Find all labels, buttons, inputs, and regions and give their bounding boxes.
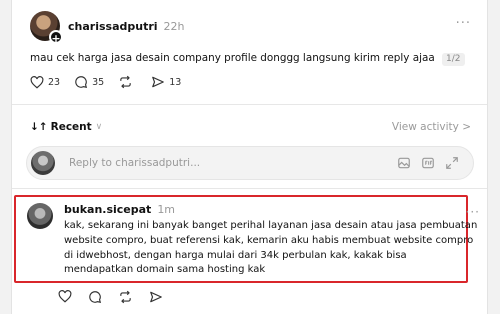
post-text: mau cek harga jasa desain company profil… (30, 52, 465, 66)
follow-plus-icon[interactable]: + (49, 30, 63, 45)
comment-time: 1m (157, 203, 176, 216)
reply-input[interactable]: Reply to charissadputri... (26, 146, 474, 180)
own-avatar (31, 151, 55, 175)
post-body: mau cek harga jasa desain company profil… (30, 52, 435, 64)
image-icon[interactable] (397, 156, 411, 170)
divider (12, 104, 487, 105)
heart-icon (30, 75, 44, 89)
page-indicator: 1/2 (442, 53, 465, 66)
comment-header: bukan.sicepat 1m (64, 203, 175, 216)
like-count: 23 (48, 76, 61, 88)
divider (12, 188, 487, 189)
author-username[interactable]: charissadputri (68, 20, 158, 33)
comment-username[interactable]: bukan.sicepat (64, 203, 151, 216)
repost-icon (120, 75, 131, 89)
comment-icon (75, 76, 88, 89)
comment-line: mendapatkan domain sama hosting kak (64, 264, 266, 276)
comment-line: di idwebhost, dengan harga mulai dari 34… (64, 249, 407, 261)
heart-icon[interactable] (58, 290, 72, 303)
sort-icon: ↓↑ (30, 121, 48, 133)
post-header: + charissadputri 22h (30, 11, 185, 45)
like-button[interactable]: 23 (30, 75, 61, 89)
sort-label: Recent (50, 121, 92, 133)
gif-icon[interactable] (421, 156, 435, 170)
more-icon[interactable]: ··· (456, 16, 471, 31)
post-stats: 23 35 13 (30, 75, 195, 89)
reply-placeholder: Reply to charissadputri... (69, 157, 201, 169)
share-icon (152, 76, 165, 88)
share-icon[interactable] (149, 290, 163, 304)
repost-icon[interactable] (118, 290, 133, 304)
comment-line: website compro, buat referensi kak, kema… (64, 234, 474, 246)
reply-button[interactable]: 35 (74, 75, 104, 89)
comment-text: kak, sekarang ini banyak banget perihal … (64, 219, 478, 278)
share-count: 13 (169, 76, 182, 88)
view-activity-link[interactable]: View activity > (392, 121, 471, 133)
more-icon[interactable]: ··· (466, 205, 480, 219)
expand-icon[interactable] (445, 156, 459, 170)
repost-button[interactable] (118, 75, 137, 89)
author-avatar[interactable]: + (30, 11, 63, 45)
comment-line: kak, sekarang ini banyak banget perihal … (64, 220, 478, 231)
sort-dropdown[interactable]: ↓↑ Recent ∨ (30, 121, 102, 133)
comment-icon[interactable] (88, 290, 102, 304)
reply-tools (397, 156, 459, 170)
share-button[interactable]: 13 (151, 75, 181, 89)
comment-avatar[interactable] (27, 203, 53, 229)
comment-actions (58, 290, 163, 304)
reply-count: 35 (92, 76, 105, 88)
chevron-down-icon: ∨ (95, 122, 103, 132)
post-time: 22h (163, 19, 185, 33)
